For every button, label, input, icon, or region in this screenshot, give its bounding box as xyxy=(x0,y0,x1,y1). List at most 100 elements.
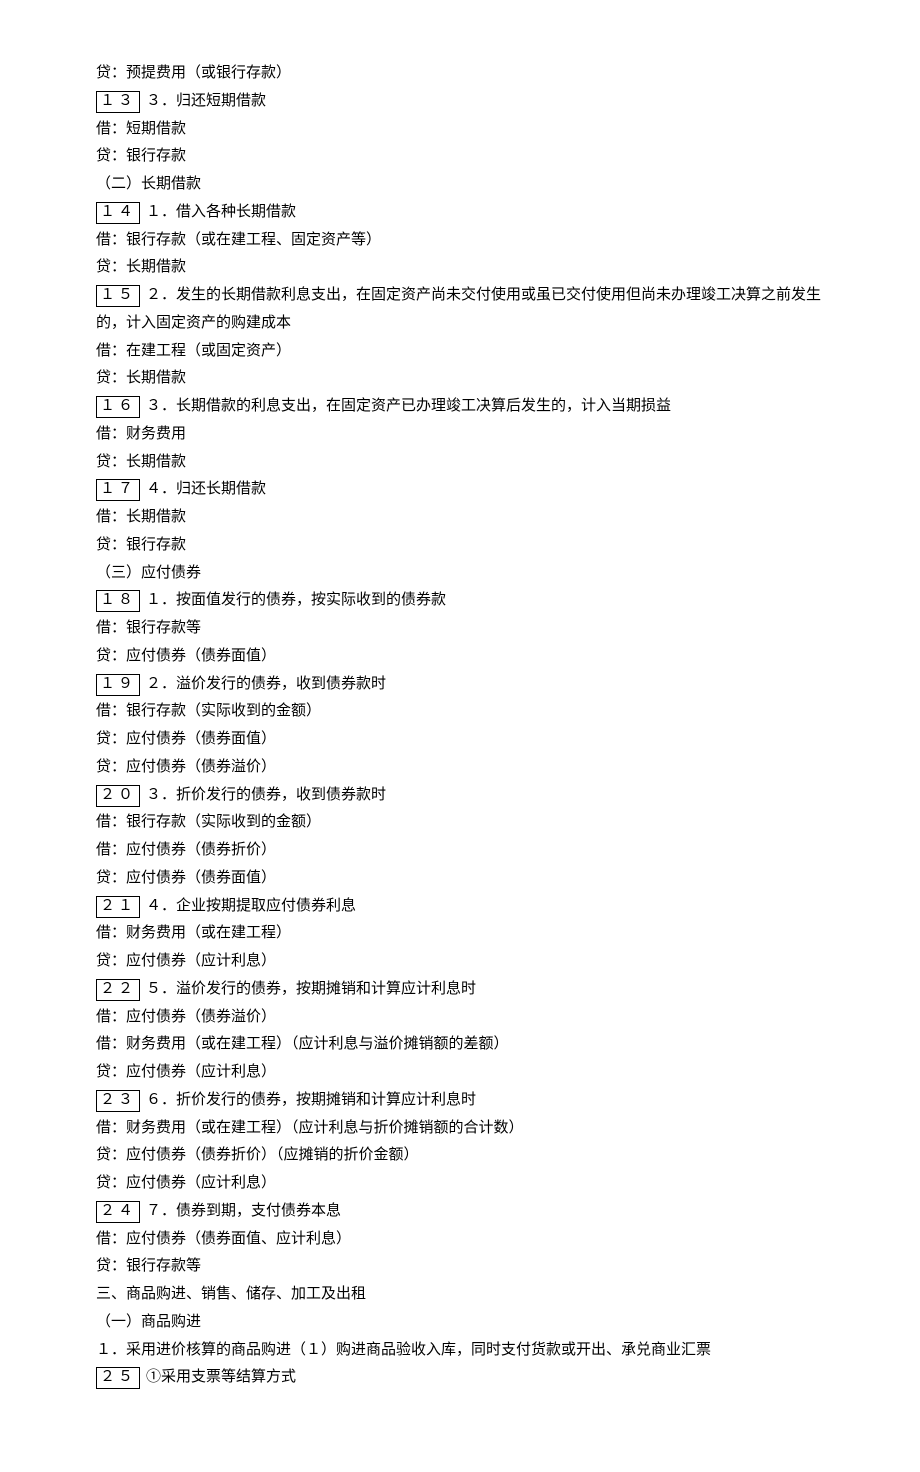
line-text: 借：应付债券（债券面值、应计利息） xyxy=(96,1231,351,1247)
line-text: 贷：长期借款 xyxy=(96,259,186,275)
text-line: 贷：应付债券（应计利息） xyxy=(96,1059,824,1087)
line-text: ２．发生的长期借款利息支出，在固定资产尚未交付使用或虽已交付使用但尚未办理竣工决… xyxy=(96,287,821,331)
line-text: 借：财务费用（或在建工程）（应计利息与折价摊销额的合计数） xyxy=(96,1120,524,1136)
line-text: 借：银行存款（实际收到的金额） xyxy=(96,703,321,719)
text-line: 贷：应付债券（债券折价）（应摊销的折价金额） xyxy=(96,1142,824,1170)
text-line: 贷：应付债券（债券面值） xyxy=(96,643,824,671)
text-line: 借：应付债券（债券折价） xyxy=(96,837,824,865)
text-line: 贷：预提费用（或银行存款） xyxy=(96,60,824,88)
text-line: 借：财务费用 xyxy=(96,421,824,449)
text-line: 贷：银行存款等 xyxy=(96,1253,824,1281)
text-line: ２２ ５．溢价发行的债券，按期摊销和计算应计利息时 xyxy=(96,976,824,1004)
text-line: 借：应付债券（债券面值、应计利息） xyxy=(96,1226,824,1254)
line-text: 三、商品购进、销售、储存、加工及出租 xyxy=(96,1286,366,1302)
line-number-box: １６ xyxy=(96,396,140,418)
text-line: ２１ ４．企业按期提取应付债券利息 xyxy=(96,893,824,921)
text-line: ２４ ７．债券到期，支付债券本息 xyxy=(96,1198,824,1226)
line-text: １．按面值发行的债券，按实际收到的债券款 xyxy=(146,592,446,608)
document-page: 贷：预提费用（或银行存款） １３ ３．归还短期借款借：短期借款贷：银行存款 （二）长期… xyxy=(0,0,920,1472)
line-number-box: ２０ xyxy=(96,785,140,807)
line-text: 借：银行存款（实际收到的金额） xyxy=(96,814,321,830)
text-line: 贷：长期借款 xyxy=(96,365,824,393)
text-line: １３ ３．归还短期借款 xyxy=(96,88,824,116)
text-line: 借：财务费用（或在建工程）（应计利息与折价摊销额的合计数） xyxy=(96,1115,824,1143)
text-line: 借：银行存款（或在建工程、固定资产等） xyxy=(96,227,824,255)
text-line: 借：财务费用（或在建工程）（应计利息与溢价摊销额的差额） xyxy=(96,1031,824,1059)
line-text: ７．债券到期，支付债券本息 xyxy=(146,1203,341,1219)
line-text: 贷：应付债券（应计利息） xyxy=(96,1064,276,1080)
text-line: １４ １．借入各种长期借款 xyxy=(96,199,824,227)
line-text: 贷：长期借款 xyxy=(96,454,186,470)
text-line: 贷：银行存款 xyxy=(96,532,824,560)
text-line: 贷：银行存款 xyxy=(96,143,824,171)
line-number-box: １４ xyxy=(96,202,140,224)
text-line: 贷：应付债券（债券面值） xyxy=(96,726,824,754)
text-line: １７ ４．归还长期借款 xyxy=(96,476,824,504)
line-text: 借：财务费用 xyxy=(96,426,186,442)
text-line: （一）商品购进 xyxy=(96,1309,824,1337)
text-line: （三）应付债券 xyxy=(96,560,824,588)
line-text: ４．归还长期借款 xyxy=(146,481,266,497)
text-line: 借：财务费用（或在建工程） xyxy=(96,920,824,948)
text-line: 借：银行存款（实际收到的金额） xyxy=(96,698,824,726)
line-text: １．借入各种长期借款 xyxy=(146,204,296,220)
text-line: １６ ３．长期借款的利息支出，在固定资产已办理竣工决算后发生的，计入当期损益 xyxy=(96,393,824,421)
line-number-box: １７ xyxy=(96,479,140,501)
line-number-box: １８ xyxy=(96,590,140,612)
text-line: １．采用进价核算的商品购进（１）购进商品验收入库，同时支付货款或开出、承兑商业汇… xyxy=(96,1337,824,1365)
line-number-box: ２２ xyxy=(96,979,140,1001)
text-line: 贷：长期借款 xyxy=(96,254,824,282)
text-line: 贷：应付债券（应计利息） xyxy=(96,948,824,976)
line-text: 借：应付债券（债券溢价） xyxy=(96,1009,276,1025)
line-text: 借：长期借款 xyxy=(96,509,186,525)
line-text: 贷：银行存款等 xyxy=(96,1258,201,1274)
line-text: （二）长期借款 xyxy=(96,176,201,192)
line-text: 贷：应付债券（应计利息） xyxy=(96,1175,276,1191)
text-line: 贷：应付债券（债券溢价） xyxy=(96,754,824,782)
text-line: （二）长期借款 xyxy=(96,171,824,199)
line-text: 借：短期借款 xyxy=(96,121,186,137)
line-text: 贷：银行存款 xyxy=(96,537,186,553)
text-line: 借：长期借款 xyxy=(96,504,824,532)
line-text: 贷：应付债券（应计利息） xyxy=(96,953,276,969)
line-text: 贷：应付债券（债券溢价） xyxy=(96,759,276,775)
line-text: 贷：长期借款 xyxy=(96,370,186,386)
line-text: 贷：银行存款 xyxy=(96,148,186,164)
line-text: 借：财务费用（或在建工程）（应计利息与溢价摊销额的差额） xyxy=(96,1036,509,1052)
text-line: １８ １．按面值发行的债券，按实际收到的债券款 xyxy=(96,587,824,615)
line-text: 贷：应付债券（债券折价）（应摊销的折价金额） xyxy=(96,1147,419,1163)
line-text: 借：银行存款等 xyxy=(96,620,201,636)
text-line: 借：在建工程（或固定资产） xyxy=(96,338,824,366)
line-text: ３．归还短期借款 xyxy=(146,93,266,109)
line-text: ２．溢价发行的债券，收到债券款时 xyxy=(146,676,386,692)
text-line: 贷：应付债券（债券面值） xyxy=(96,865,824,893)
text-line: 借：应付债券（债券溢价） xyxy=(96,1004,824,1032)
line-number-box: ２５ xyxy=(96,1367,140,1389)
text-line: 三、商品购进、销售、储存、加工及出租 xyxy=(96,1281,824,1309)
line-text: 借：应付债券（债券折价） xyxy=(96,842,276,858)
text-line: １９ ２．溢价发行的债券，收到债券款时 xyxy=(96,671,824,699)
line-text: ５．溢价发行的债券，按期摊销和计算应计利息时 xyxy=(146,981,476,997)
line-text: ４．企业按期提取应付债券利息 xyxy=(146,898,356,914)
line-text: ６．折价发行的债券，按期摊销和计算应计利息时 xyxy=(146,1092,476,1108)
line-number-box: １９ xyxy=(96,674,140,696)
text-line: ２３６．折价发行的债券，按期摊销和计算应计利息时 xyxy=(96,1087,824,1115)
line-text: 贷：预提费用（或银行存款） xyxy=(96,65,291,81)
text-line: ２０ ３．折价发行的债券，收到债券款时 xyxy=(96,782,824,810)
line-number-box: ２４ xyxy=(96,1201,140,1223)
line-text: ３．折价发行的债券，收到债券款时 xyxy=(146,787,386,803)
line-text: 借：银行存款（或在建工程、固定资产等） xyxy=(96,232,381,248)
line-number-box: ２１ xyxy=(96,896,140,918)
text-line: 借：银行存款等 xyxy=(96,615,824,643)
line-text: ３．长期借款的利息支出，在固定资产已办理竣工决算后发生的，计入当期损益 xyxy=(146,398,671,414)
line-text: １．采用进价核算的商品购进（１）购进商品验收入库，同时支付货款或开出、承兑商业汇… xyxy=(96,1342,711,1358)
line-text: 借：在建工程（或固定资产） xyxy=(96,343,291,359)
line-text: （三）应付债券 xyxy=(96,565,201,581)
text-line: ２５ ①采用支票等结算方式 xyxy=(96,1364,824,1392)
line-text: 贷：应付债券（债券面值） xyxy=(96,731,276,747)
text-line: 借：短期借款 xyxy=(96,116,824,144)
line-number-box: １３ xyxy=(96,91,140,113)
line-text: （一）商品购进 xyxy=(96,1314,201,1330)
line-text: ①采用支票等结算方式 xyxy=(146,1369,296,1385)
text-line: 贷：长期借款 xyxy=(96,449,824,477)
